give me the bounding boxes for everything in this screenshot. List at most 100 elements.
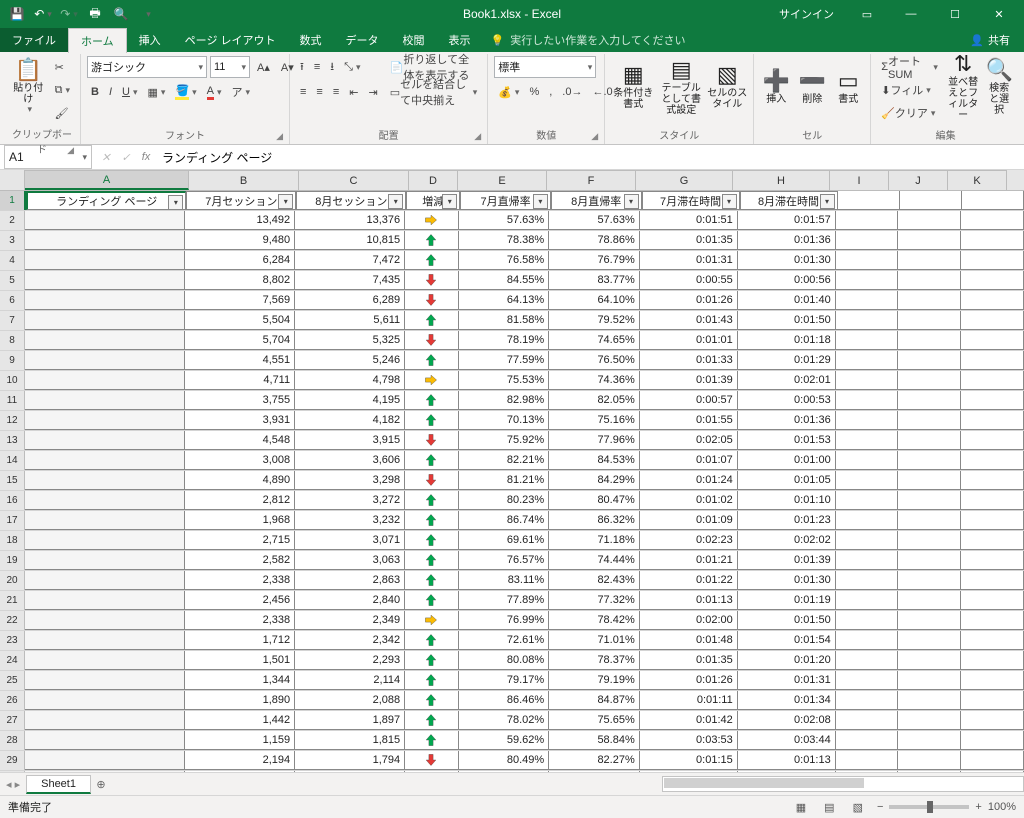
cell[interactable]: 0:01:53 — [738, 431, 836, 450]
cell[interactable] — [836, 331, 899, 350]
cell[interactable]: 84.53% — [549, 451, 640, 470]
cell[interactable]: 0:01:31 — [738, 671, 836, 690]
cell[interactable]: 2,293 — [295, 651, 405, 670]
cell[interactable] — [25, 291, 185, 310]
cell-B1[interactable]: 7月セッション▾ — [186, 191, 296, 210]
cell-styles-button[interactable]: ▧セルのスタイル — [707, 56, 747, 118]
cell[interactable]: 0:01:33 — [640, 351, 738, 370]
row-header[interactable]: 18 — [0, 531, 25, 550]
formula-input[interactable] — [156, 150, 1024, 164]
zoom-control[interactable]: − + 100% — [877, 801, 1016, 813]
row-header[interactable]: 13 — [0, 431, 25, 450]
cell[interactable]: 5,246 — [295, 351, 405, 370]
cell[interactable]: 7,435 — [295, 271, 405, 290]
cell[interactable] — [836, 371, 899, 390]
cell[interactable] — [961, 491, 1024, 510]
fill-button[interactable]: ⬇ フィル▾ — [877, 79, 935, 101]
cell[interactable]: 6,289 — [295, 291, 405, 310]
indent-decrease-button[interactable]: ⇤ — [345, 81, 362, 103]
cell[interactable]: 0:02:00 — [640, 611, 738, 630]
cell[interactable]: 2,863 — [295, 571, 405, 590]
cell[interactable] — [898, 271, 961, 290]
row-header[interactable]: 6 — [0, 291, 25, 310]
format-cells-button[interactable]: ▭書式 — [832, 56, 864, 118]
cell-trend[interactable] — [405, 291, 458, 310]
cell[interactable] — [898, 671, 961, 690]
cell[interactable]: 2,194 — [185, 751, 295, 770]
cell[interactable]: 0:02:01 — [738, 371, 836, 390]
merge-center-button[interactable]: ▭セルを結合して中央揃え▾ — [386, 81, 482, 103]
cell[interactable]: 84.55% — [459, 271, 550, 290]
ribbon-options-icon[interactable]: ▭ — [846, 0, 888, 28]
row-header[interactable]: 28 — [0, 731, 25, 750]
cell[interactable]: 0:01:21 — [640, 551, 738, 570]
cell[interactable]: 5,325 — [295, 331, 405, 350]
italic-button[interactable]: I — [105, 81, 116, 103]
cell[interactable] — [898, 251, 961, 270]
cell[interactable] — [898, 411, 961, 430]
row-header[interactable]: 22 — [0, 611, 25, 630]
col-header-J[interactable]: J — [889, 170, 948, 190]
cell[interactable]: 80.23% — [459, 491, 550, 510]
cell[interactable]: 0:00:53 — [738, 391, 836, 410]
cell[interactable]: 0:02:04 — [640, 771, 738, 772]
cell[interactable]: 3,931 — [185, 411, 295, 430]
cell[interactable] — [898, 611, 961, 630]
row-header[interactable]: 27 — [0, 711, 25, 730]
cell[interactable]: 78.38% — [459, 231, 550, 250]
cell[interactable]: 0:01:39 — [640, 371, 738, 390]
normal-view-button[interactable]: ▦ — [792, 801, 810, 814]
cell[interactable]: 81.21% — [459, 471, 550, 490]
align-right-button[interactable]: ≡ — [329, 81, 343, 103]
cell[interactable]: 3,606 — [295, 451, 405, 470]
filter-button[interactable]: ▾ — [168, 195, 183, 210]
cell-trend[interactable] — [405, 731, 458, 750]
cell-D1[interactable]: 増減▾ — [406, 191, 460, 210]
cell[interactable]: 58.84% — [549, 731, 640, 750]
autosum-button[interactable]: Σ オート SUM▾ — [877, 56, 942, 78]
cell[interactable] — [961, 351, 1024, 370]
cell[interactable] — [898, 451, 961, 470]
cell[interactable] — [961, 251, 1024, 270]
cell[interactable] — [25, 311, 185, 330]
cell[interactable]: 3,232 — [295, 511, 405, 530]
cell[interactable] — [25, 551, 185, 570]
cell-trend[interactable] — [405, 631, 458, 650]
preview-icon[interactable]: 🔍 — [110, 3, 132, 25]
conditional-format-button[interactable]: ▦条件付き書式 — [611, 56, 655, 118]
border-button[interactable]: ▦▾ — [144, 81, 170, 103]
cell[interactable] — [836, 411, 899, 430]
cell[interactable]: 0:01:55 — [640, 411, 738, 430]
cell[interactable] — [25, 411, 185, 430]
row-header[interactable]: 29 — [0, 751, 25, 770]
cell[interactable] — [961, 231, 1024, 250]
cell[interactable]: 0:01:20 — [738, 651, 836, 670]
cell[interactable] — [900, 191, 962, 210]
tab-insert[interactable]: 挿入 — [127, 28, 173, 52]
row-header[interactable]: 21 — [0, 591, 25, 610]
cell[interactable] — [898, 291, 961, 310]
cell[interactable]: 86.32% — [549, 511, 640, 530]
cell[interactable]: 1,781 — [185, 771, 295, 772]
col-header-H[interactable]: H — [733, 170, 830, 190]
cell[interactable]: 0:01:29 — [738, 351, 836, 370]
cell[interactable]: 0:01:35 — [640, 651, 738, 670]
cell[interactable]: 9,480 — [185, 231, 295, 250]
cell[interactable] — [898, 731, 961, 750]
cell[interactable] — [25, 691, 185, 710]
cell[interactable]: 0:01:13 — [640, 591, 738, 610]
cancel-formula-button[interactable]: ✕ — [96, 151, 116, 164]
row-header[interactable]: 19 — [0, 551, 25, 570]
cell[interactable] — [898, 431, 961, 450]
cell[interactable] — [898, 211, 961, 230]
cell[interactable]: 70.13% — [459, 411, 550, 430]
cell[interactable]: 74.65% — [549, 331, 640, 350]
tab-pagelayout[interactable]: ページ レイアウト — [173, 28, 288, 52]
col-header-I[interactable]: I — [830, 170, 889, 190]
cell[interactable] — [25, 351, 185, 370]
signin-link[interactable]: サインイン — [769, 6, 844, 22]
cell[interactable] — [961, 611, 1024, 630]
align-top-button[interactable]: ⭱ — [296, 56, 308, 78]
cell[interactable] — [961, 691, 1024, 710]
cell[interactable]: 86.46% — [459, 691, 550, 710]
